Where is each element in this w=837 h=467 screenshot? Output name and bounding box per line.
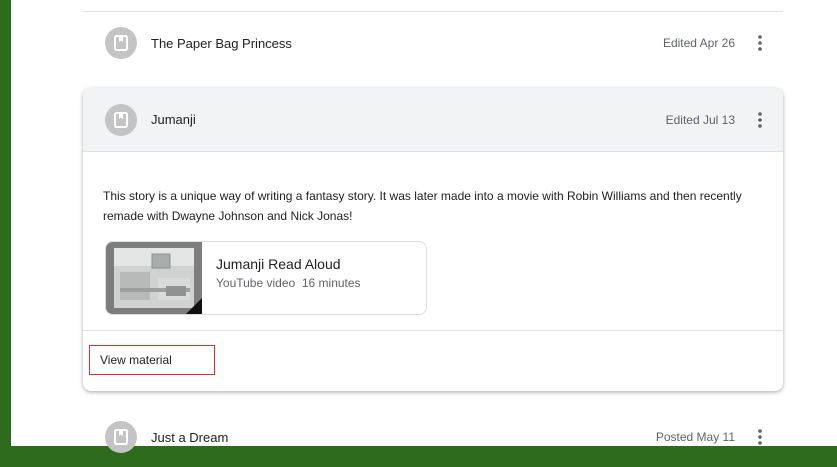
bookmark-icon bbox=[105, 103, 137, 136]
classroom-stream: The Paper Bag Princess Edited Apr 26 Jum… bbox=[11, 0, 837, 453]
bookmark-icon bbox=[105, 421, 137, 453]
material-card: Jumanji Edited Jul 13 This story is a un… bbox=[83, 88, 783, 391]
more-vert-icon[interactable] bbox=[747, 30, 773, 56]
view-material-button[interactable]: View material bbox=[89, 345, 215, 375]
post-title[interactable]: Just a Dream bbox=[151, 430, 656, 445]
video-thumbnail bbox=[106, 242, 202, 314]
post-title[interactable]: Jumanji bbox=[151, 112, 666, 127]
post-row[interactable]: Just a Dream Posted May 11 bbox=[83, 407, 783, 467]
more-vert-icon[interactable] bbox=[747, 107, 773, 133]
post-title[interactable]: The Paper Bag Princess bbox=[151, 36, 663, 51]
attachment-subtitle: YouTube video 16 minutes bbox=[216, 276, 361, 290]
attachment-title: Jumanji Read Aloud bbox=[216, 256, 341, 272]
post-row[interactable]: The Paper Bag Princess Edited Apr 26 bbox=[83, 13, 783, 73]
attachment-card[interactable]: Jumanji Read Aloud YouTube video 16 minu… bbox=[105, 241, 427, 315]
card-footer: View material bbox=[83, 330, 783, 391]
card-header[interactable]: Jumanji Edited Jul 13 bbox=[83, 88, 783, 152]
more-vert-icon[interactable] bbox=[747, 424, 773, 450]
material-description: This story is a unique way of writing a … bbox=[103, 189, 742, 223]
divider bbox=[83, 11, 783, 12]
post-date: Posted May 11 bbox=[655, 430, 735, 444]
post-date: Edited Apr 26 bbox=[662, 36, 735, 50]
post-date: Edited Jul 13 bbox=[665, 112, 735, 127]
bookmark-icon bbox=[105, 27, 137, 59]
